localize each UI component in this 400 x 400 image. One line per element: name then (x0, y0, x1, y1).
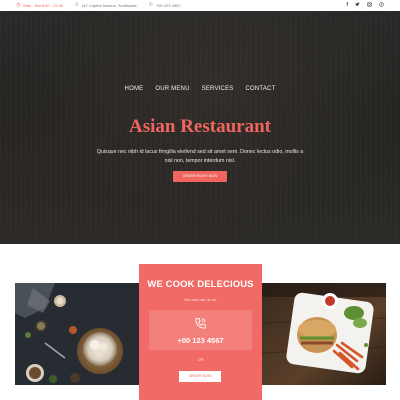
promo-subtitle: You can call us on: (183, 297, 218, 302)
main-nav: HOME OUR MENU SERVICES CONTACT (0, 86, 400, 92)
hero-title: Asian Restaurant (129, 116, 271, 137)
instagram-icon[interactable] (367, 2, 372, 9)
phone-icon (195, 318, 206, 329)
phone-icon: ✆ (148, 2, 153, 8)
nav-our-menu[interactable]: OUR MENU (155, 86, 189, 92)
opening-hours-text: Mon - Sat 8:00 - 22:00 (23, 3, 64, 8)
twitter-icon[interactable] (355, 2, 360, 9)
hero-section: HOME OUR MENU SERVICES CONTACT Asian Res… (0, 11, 400, 244)
or-divider: OR (197, 357, 204, 362)
order-right-now-button[interactable]: ORDER RIGHT NOW (173, 171, 227, 182)
social-links: f (346, 2, 384, 9)
food-photo-right (262, 283, 386, 385)
map-pin-icon: ⌾ (75, 2, 79, 8)
top-phone: ✆ +00 123 4567 (148, 2, 181, 9)
nav-home[interactable]: HOME (125, 86, 144, 92)
opening-hours: ◷ Mon - Sat 8:00 - 22:00 (16, 2, 64, 9)
order-now-button[interactable]: ORDER NOW (179, 371, 221, 382)
facebook-icon[interactable]: f (346, 3, 348, 8)
nav-contact[interactable]: CONTACT (245, 86, 275, 92)
hero-description: Quisque nec nibh id lacus fringilla elei… (96, 149, 304, 164)
clock-icon: ◷ (16, 2, 21, 8)
pinterest-icon[interactable] (379, 2, 384, 9)
promo-phone-number[interactable]: +00 123 4567 (149, 336, 252, 345)
top-phone-text: +00 123 4567 (155, 3, 181, 8)
food-photo-left (15, 283, 140, 385)
phone-box: +00 123 4567 (149, 310, 252, 350)
address: ⌾ 147 Capitol Avenue, Scottsdale (75, 2, 137, 9)
promo-title: WE COOK DELECIOUS (147, 279, 254, 290)
nav-services[interactable]: SERVICES (202, 86, 234, 92)
promo-card: WE COOK DELECIOUS You can call us on: +0… (139, 264, 262, 400)
top-bar: ◷ Mon - Sat 8:00 - 22:00 ⌾ 147 Capitol A… (0, 0, 400, 11)
address-text: 147 Capitol Avenue, Scottsdale (81, 3, 137, 8)
